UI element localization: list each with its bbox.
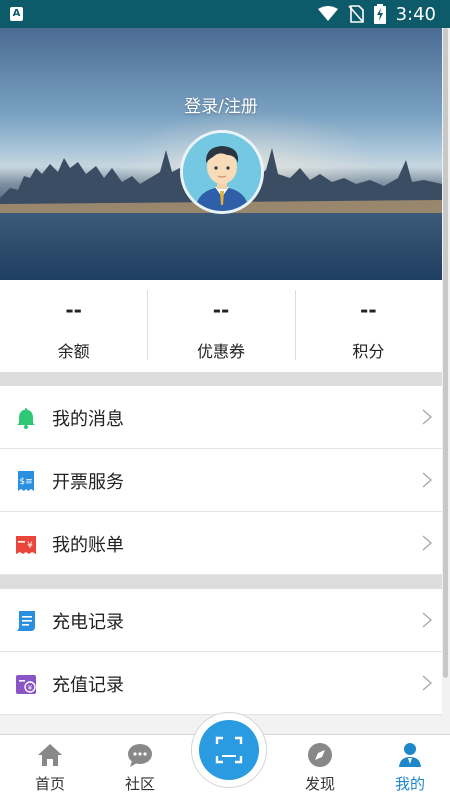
svg-text:¥: ¥ [28,684,33,692]
chat-icon [128,744,152,767]
menu-label-charge-record: 充电记录 [52,612,124,633]
a-notification-icon: A [10,7,23,21]
tab-mine[interactable]: 我的 [370,735,450,801]
scan-button[interactable] [199,720,259,780]
bell-icon [17,408,35,429]
scan-icon [215,736,243,764]
points-value: -- [360,298,377,322]
scrollbar[interactable] [443,28,448,678]
menu-item-messages[interactable]: 我的消息 [0,386,442,449]
wifi-icon [317,6,338,21]
chevron-right-icon [422,612,433,628]
account-stats: -- 余额 -- 优惠券 -- 积分 [0,280,442,372]
menu-group-account: 我的消息 $≡ 开票服务 ¥ 我的账单 [0,386,442,575]
no-sim-icon [347,5,364,23]
menu-group-records: 充电记录 ¥ 充值记录 [0,589,442,715]
chevron-right-icon [422,535,433,551]
tab-home[interactable]: 首页 [10,735,90,801]
invoice-icon: $≡ [18,471,34,491]
status-icons: 3:40 [317,3,436,25]
svg-text:¥: ¥ [27,541,33,551]
points-stat[interactable]: -- 积分 [294,280,442,372]
menu-label-bill: 我的账单 [52,535,124,556]
avatar-figure [183,133,261,211]
section-divider [0,372,442,386]
balance-label: 余额 [57,342,90,361]
tab-home-label: 首页 [34,775,65,793]
tab-community[interactable]: 社区 [100,735,180,801]
charge-record-icon [17,611,35,631]
balance-stat[interactable]: -- 余额 [0,280,147,372]
tab-discover-label: 发现 [304,775,335,793]
coupon-value: -- [212,298,230,322]
tab-community-label: 社区 [124,775,155,793]
coupon-stat[interactable]: -- 优惠券 [147,280,294,372]
svg-text:$≡: $≡ [19,477,32,487]
menu-item-invoice[interactable]: $≡ 开票服务 [0,449,442,512]
menu-item-bill[interactable]: ¥ 我的账单 [0,512,442,575]
profile-icon [399,743,421,767]
balance-value: -- [65,298,82,322]
menu-label-invoice: 开票服务 [52,472,124,493]
chevron-right-icon [422,409,433,425]
bill-icon: ¥ [16,536,36,554]
water-reflection [0,213,442,280]
menu-item-charge-record[interactable]: 充电记录 [0,589,442,652]
section-divider [0,575,442,589]
status-time: 3:40 [395,3,436,25]
status-bar: A 3:40 [0,0,450,28]
recharge-record-icon: ¥ [16,675,36,694]
tab-mine-label: 我的 [394,775,425,793]
chevron-right-icon [422,472,433,488]
menu-item-recharge-record[interactable]: ¥ 充值记录 [0,652,442,715]
tab-discover[interactable]: 发现 [280,735,360,801]
menu-label-messages: 我的消息 [52,409,124,430]
login-register-link[interactable]: 登录/注册 [0,92,442,117]
chevron-right-icon [422,675,433,691]
battery-charging-icon [373,4,386,24]
coupon-label: 优惠券 [196,342,245,361]
home-icon [38,744,62,766]
points-label: 积分 [352,342,385,361]
menu-label-recharge-record: 充值记录 [52,675,124,696]
compass-icon [308,743,332,767]
user-avatar-icon[interactable] [180,130,264,214]
